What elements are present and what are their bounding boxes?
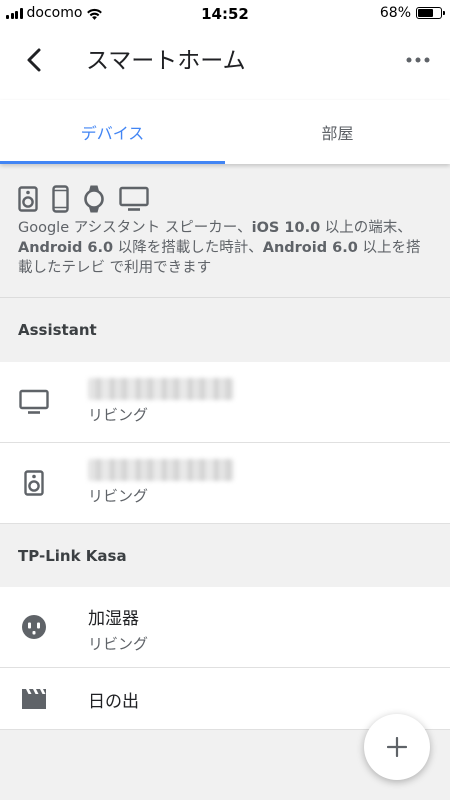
device-row-speaker[interactable]: リビング [0,443,450,524]
ios-version: iOS 10.0 [251,220,321,236]
tv-icon [19,389,49,414]
outlet-icon [22,615,46,639]
more-options-button[interactable] [400,40,436,80]
status-bar: docomo 14:52 68% [0,0,450,26]
compatibility-info: Google アシスタント スピーカー、iOS 10.0 以上の端末、 Andro… [0,164,450,298]
add-button[interactable] [364,714,430,780]
battery-icon [416,7,445,19]
row-icon [18,611,50,643]
tab-devices[interactable]: デバイス [0,100,225,164]
battery-percent: 68% [379,5,411,21]
info-text-part: 以上の端末、 [320,220,412,236]
tab-bar: デバイス 部屋 [0,100,450,164]
plus-icon [387,737,407,757]
android-version-watch: Android 6.0 [18,240,114,256]
section-header-tplink-kasa: TP-Link Kasa [0,524,450,587]
row-text: リビング [88,378,234,425]
row-text: 加湿器 リビング [88,604,148,654]
row-icon [18,386,50,418]
device-room: リビング [88,635,149,653]
tv-icon [119,186,149,211]
info-text-part: 以降を搭載した時計、 [113,240,263,256]
row-text: リビング [88,459,234,506]
android-version-tv: Android 6.0 [262,240,358,256]
watch-icon [84,185,104,213]
device-room: リビング [88,487,149,505]
chevron-left-icon [27,48,41,72]
speaker-icon [18,186,38,212]
device-row-humidifier[interactable]: 加湿器 リビング [0,587,450,668]
device-type-icons [18,184,149,214]
phone-icon [52,185,69,213]
device-name-redacted [88,378,234,400]
row-icon [18,467,50,499]
section-header-assistant: Assistant [0,298,450,362]
device-row-tv[interactable]: リビング [0,362,450,443]
scene-clapperboard-icon [22,689,46,709]
status-right: 68% [379,5,445,21]
device-name: 加湿器 [88,609,139,629]
row-text: 日の出 [88,687,139,712]
page-title: スマートホーム [86,48,246,74]
info-text-part: Google アシスタント スピーカー、 [18,220,252,236]
app-bar: スマートホーム [0,26,450,100]
tab-rooms[interactable]: 部屋 [225,100,450,164]
device-room: リビング [88,406,149,424]
device-name-redacted [88,459,234,481]
compatibility-text: Google アシスタント スピーカー、iOS 10.0 以上の端末、 Andro… [18,218,432,278]
speaker-icon [24,470,44,496]
back-button[interactable] [14,40,54,80]
scene-name: 日の出 [88,692,139,712]
row-icon [18,683,50,715]
more-horiz-icon [406,57,430,63]
